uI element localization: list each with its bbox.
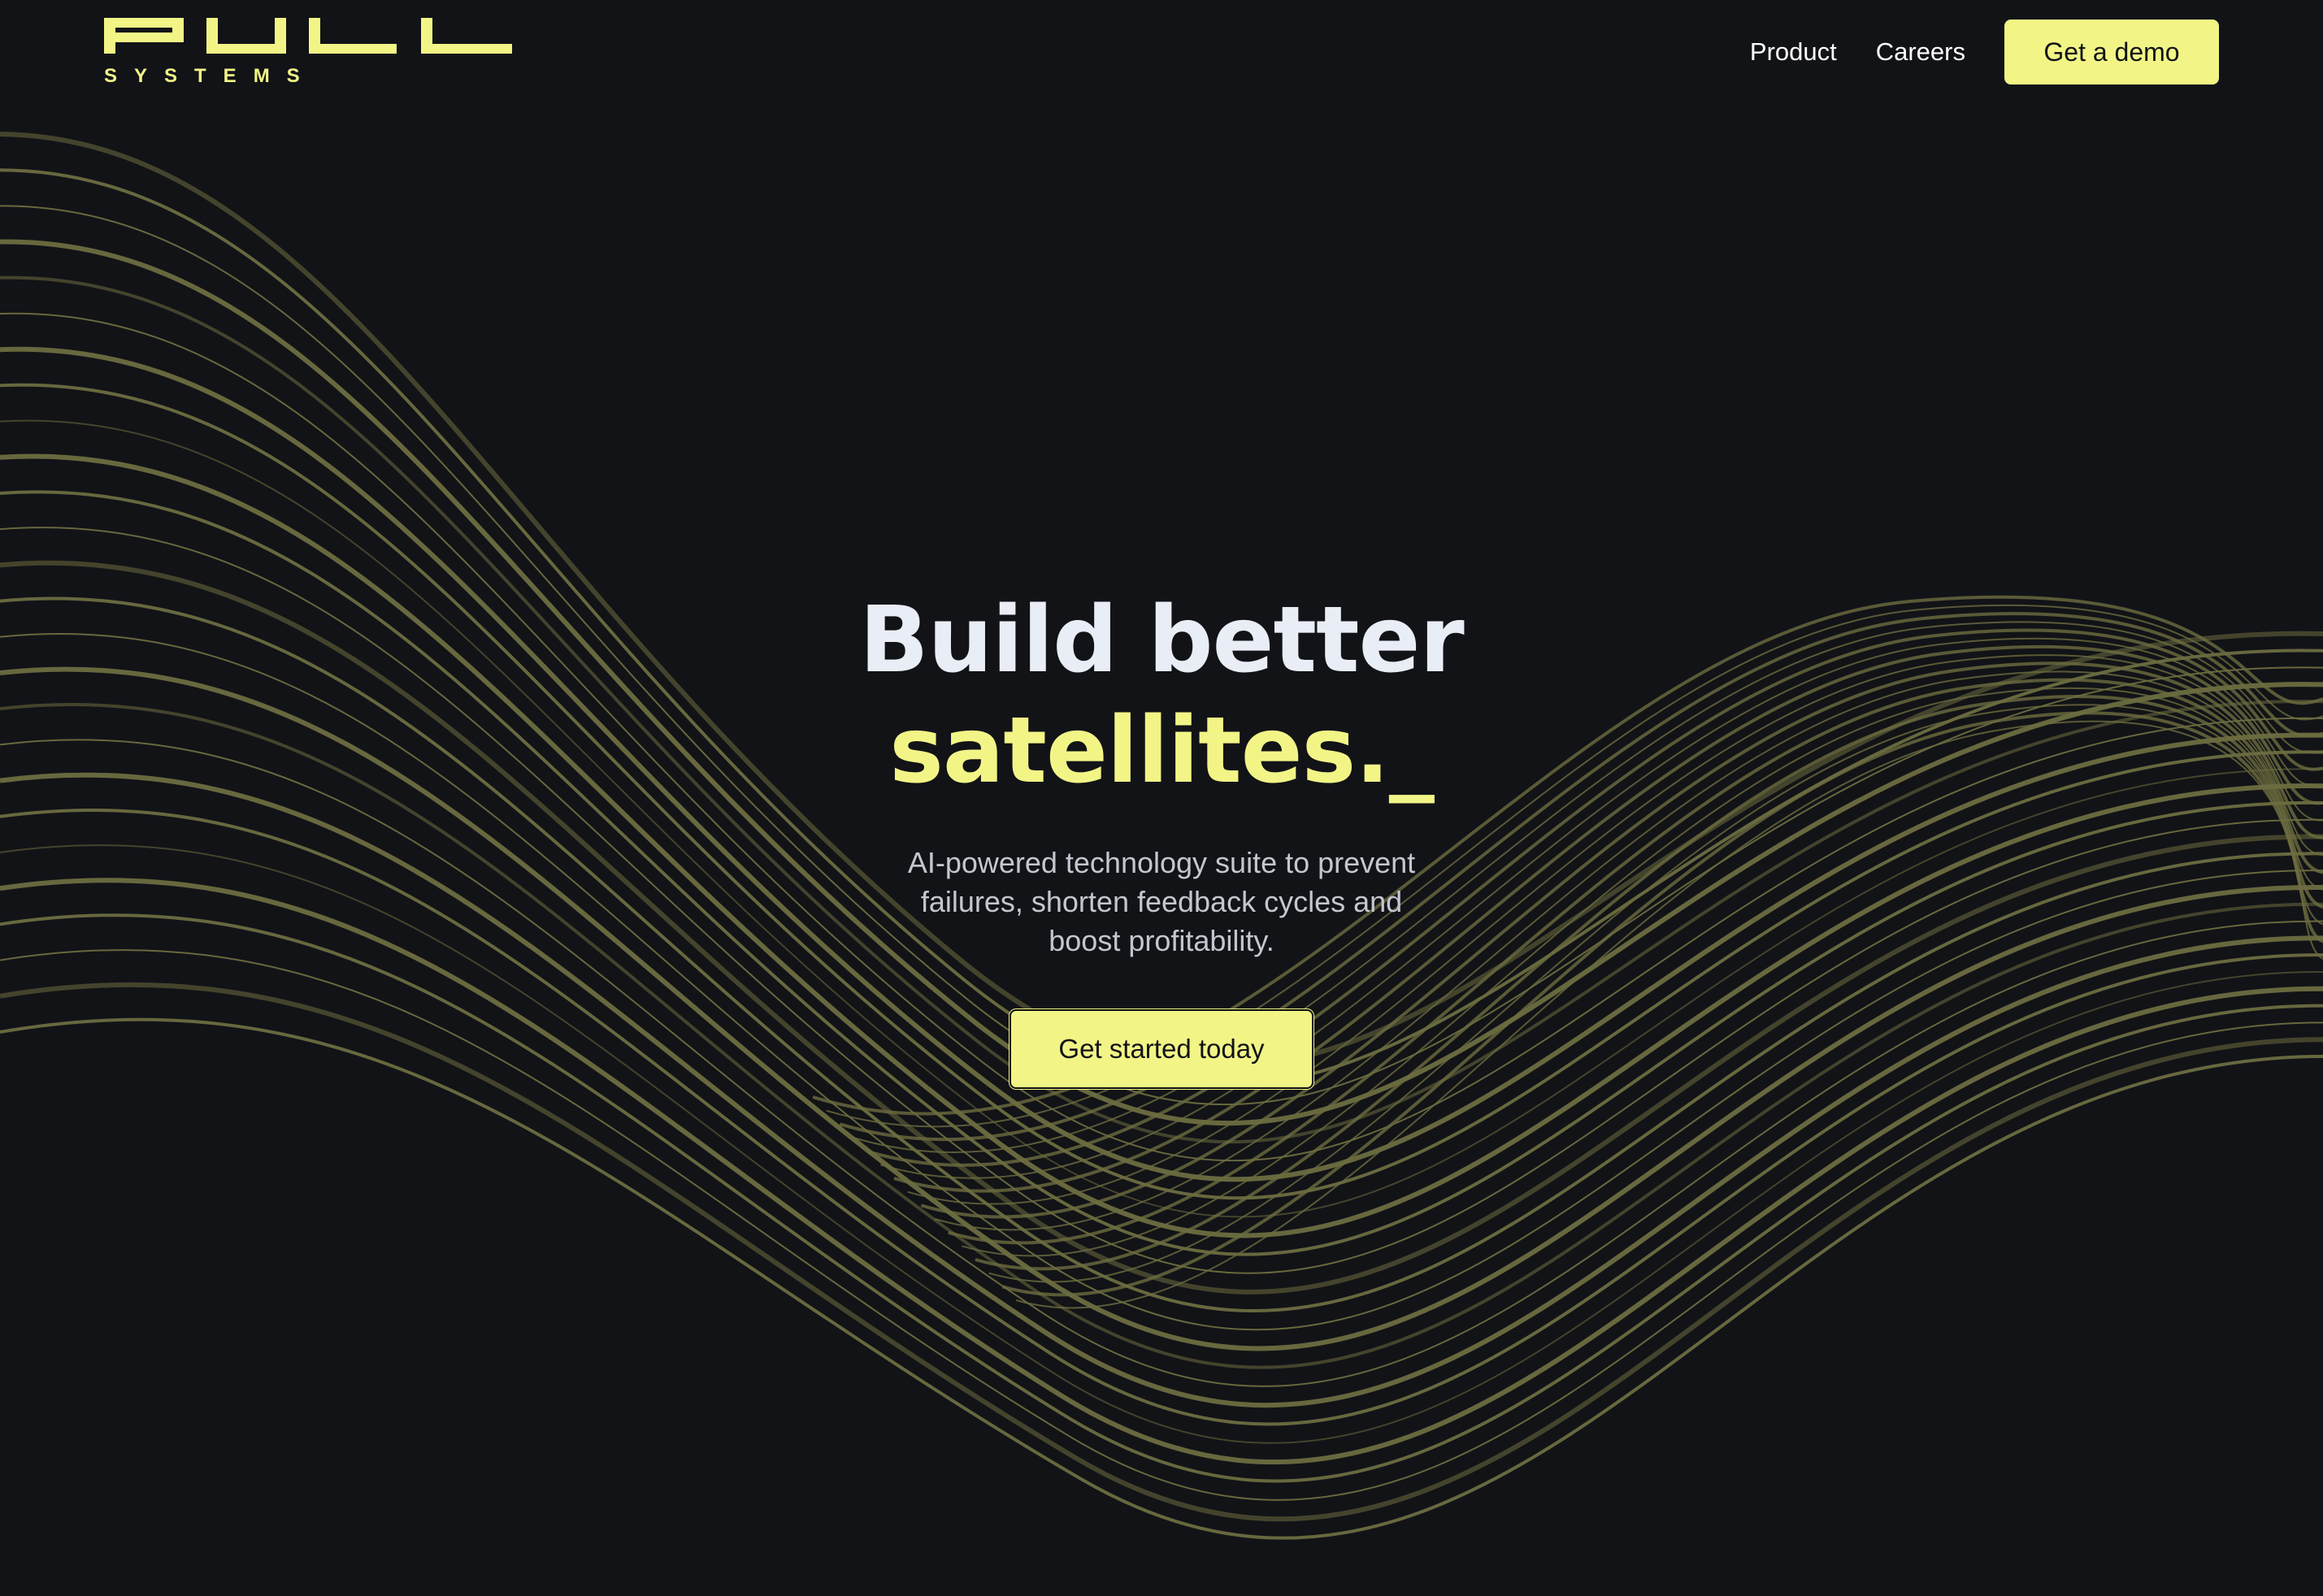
get-started-today-button[interactable]: Get started today bbox=[1010, 1009, 1313, 1089]
pull-systems-logo[interactable]: SYSTEMS bbox=[104, 18, 519, 91]
hero-cta-wrapper: Get started today bbox=[0, 1009, 2323, 1089]
hero-title: Build better satellites._ bbox=[0, 585, 2323, 806]
hero-section: Build better satellites._ AI-powered tec… bbox=[0, 585, 2323, 1089]
hero-title-line2: satellites._ bbox=[889, 698, 1435, 804]
landing-page: SYSTEMS Product Careers Get a demo Build… bbox=[0, 0, 2323, 1596]
pull-wordmark-icon bbox=[104, 18, 512, 54]
main-nav: Product Careers Get a demo bbox=[1750, 20, 2219, 85]
nav-link-careers[interactable]: Careers bbox=[1876, 37, 1965, 67]
site-header: SYSTEMS Product Careers Get a demo bbox=[0, 0, 2323, 114]
get-a-demo-button[interactable]: Get a demo bbox=[2004, 20, 2219, 85]
logo-subtext: SYSTEMS bbox=[104, 65, 317, 87]
nav-link-product[interactable]: Product bbox=[1750, 37, 1837, 67]
hero-subtitle: AI-powered technology suite to prevent f… bbox=[907, 846, 1416, 957]
hero-title-line1: Build better bbox=[859, 588, 1464, 693]
